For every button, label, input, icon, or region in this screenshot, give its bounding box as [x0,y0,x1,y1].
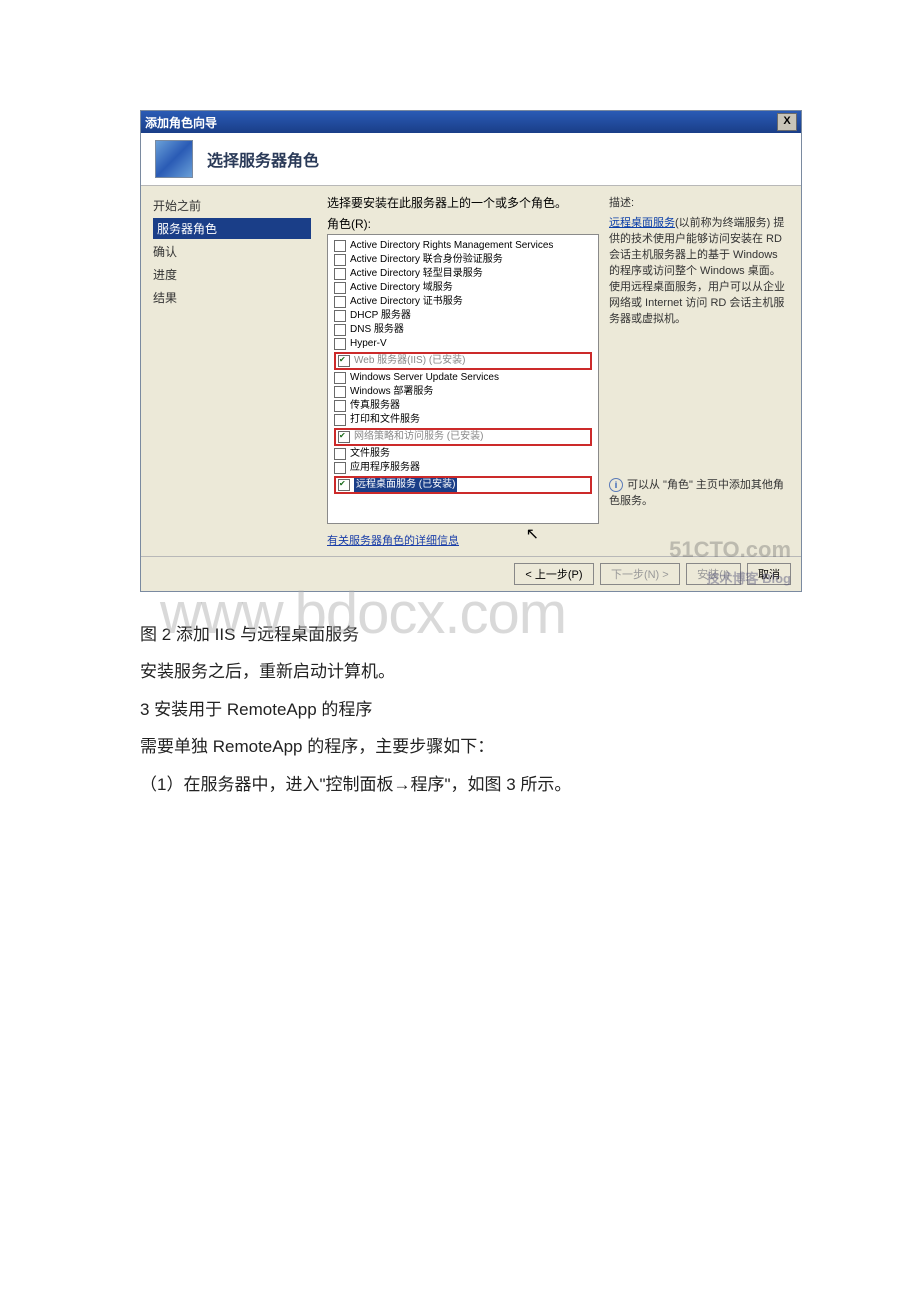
figure-caption: 图 2 添加 IIS 与远程桌面服务 [140,616,780,653]
checkbox-icon[interactable] [338,355,350,367]
roles-label: 角色(R): [327,215,599,232]
checkbox-icon[interactable] [334,254,346,266]
checkbox-icon[interactable] [338,479,350,491]
previous-button[interactable]: < 上一步(P) [514,563,593,585]
doc-heading: 3 安装用于 RemoteApp 的程序 [140,691,780,728]
role-item[interactable]: Active Directory 域服务 [334,281,592,295]
role-label: Active Directory Rights Management Servi… [350,239,553,253]
role-item[interactable]: 传真服务器 [334,399,592,413]
sidebar-item-results[interactable]: 结果 [153,286,311,309]
role-item[interactable]: Active Directory 联合身份验证服务 [334,253,592,267]
checkbox-icon[interactable] [334,414,346,426]
role-item[interactable]: Active Directory 证书服务 [334,295,592,309]
role-label: DHCP 服务器 [350,309,411,323]
role-label: Active Directory 域服务 [350,281,453,295]
sidebar-item-before-begin[interactable]: 开始之前 [153,194,311,217]
role-label: 打印和文件服务 [350,413,420,427]
checkbox-icon[interactable] [334,386,346,398]
roles-detail-link[interactable]: 有关服务器角色的详细信息 [327,532,459,548]
checkbox-icon[interactable] [334,268,346,280]
role-label: Web 服务器(IIS) (已安装) [354,354,465,368]
checkbox-icon[interactable] [334,448,346,460]
checkbox-icon[interactable] [334,310,346,322]
description-link[interactable]: 远程桌面服务 [609,217,675,229]
document-body: 图 2 添加 IIS 与远程桌面服务 安装服务之后，重新启动计算机。 3 安装用… [140,616,780,803]
role-label: Hyper-V [350,337,387,351]
wizard-sidebar: 开始之前 服务器角色 确认 进度 结果 [141,186,323,556]
info-icon: i [609,478,623,492]
role-label: 远程桌面服务 (已安装) [354,478,457,492]
checkbox-icon[interactable] [334,240,346,252]
sidebar-item-progress[interactable]: 进度 [153,263,311,286]
role-item[interactable]: Active Directory Rights Management Servi… [334,239,592,253]
checkbox-icon[interactable] [334,400,346,412]
roles-listbox[interactable]: Active Directory Rights Management Servi… [327,234,599,524]
role-label: 网络策略和访问服务 (已安装) [354,430,483,444]
close-icon[interactable]: X [777,113,797,131]
next-button: 下一步(N) > [600,563,680,585]
role-item[interactable]: 打印和文件服务 [334,413,592,427]
checkbox-icon[interactable] [334,462,346,474]
role-item[interactable]: Web 服务器(IIS) (已安装) [338,354,588,368]
checkbox-icon[interactable] [334,372,346,384]
role-item[interactable]: 网络策略和访问服务 (已安装) [338,430,588,444]
role-item[interactable]: 远程桌面服务 (已安装) [338,478,588,492]
wizard-header: 选择服务器角色 [141,133,801,186]
doc-line: 安装服务之后，重新启动计算机。 [140,653,780,690]
role-item[interactable]: 文件服务 [334,447,592,461]
titlebar[interactable]: 添加角色向导 X [141,111,801,133]
checkbox-icon[interactable] [334,338,346,350]
description-label: 描述: [609,194,789,210]
role-label: Active Directory 联合身份验证服务 [350,253,503,267]
role-label: Windows Server Update Services [350,371,499,385]
role-item[interactable]: DNS 服务器 [334,323,592,337]
checkbox-icon[interactable] [334,282,346,294]
doc-line: （1）在服务器中，进入"控制面板→程序"，如图 3 所示。 [140,766,780,803]
sidebar-item-server-roles[interactable]: 服务器角色 [153,218,311,239]
install-button: 安装(I) [686,563,740,585]
description-text: 远程桌面服务(以前称为终端服务) 提供的技术使用户能够访问安装在 RD 会话主机… [609,214,789,326]
role-item[interactable]: Windows 部署服务 [334,385,592,399]
role-item[interactable]: Hyper-V [334,337,592,351]
role-item[interactable]: 应用程序服务器 [334,461,592,475]
role-label: Active Directory 证书服务 [350,295,463,309]
role-label: 应用程序服务器 [350,461,420,475]
add-roles-wizard-window: 添加角色向导 X 选择服务器角色 开始之前 服务器角色 确认 进度 结果 选择要… [140,110,802,592]
role-item[interactable]: Active Directory 轻型目录服务 [334,267,592,281]
role-label: DNS 服务器 [350,323,404,337]
sidebar-item-confirm[interactable]: 确认 [153,240,311,263]
checkbox-icon[interactable] [334,296,346,308]
role-label: Active Directory 轻型目录服务 [350,267,483,281]
wizard-step-title: 选择服务器角色 [207,147,319,171]
info-tip: i可以从 "角色" 主页中添加其他角色服务。 [609,476,789,508]
role-label: 文件服务 [350,447,390,461]
wizard-icon [155,140,193,178]
wizard-button-row: < 上一步(P) 下一步(N) > 安装(I) 取消 51CTO.com 技术博… [141,556,801,591]
role-label: 传真服务器 [350,399,400,413]
role-item[interactable]: DHCP 服务器 [334,309,592,323]
roles-prompt: 选择要安装在此服务器上的一个或多个角色。 [327,194,599,211]
window-title: 添加角色向导 [145,114,217,131]
role-item[interactable]: Windows Server Update Services [334,371,592,385]
role-label: Windows 部署服务 [350,385,433,399]
cancel-button[interactable]: 取消 [747,563,791,585]
cursor-icon: ↖ [526,524,539,544]
doc-line: 需要单独 RemoteApp 的程序，主要步骤如下： [140,728,780,765]
checkbox-icon[interactable] [334,324,346,336]
checkbox-icon[interactable] [338,431,350,443]
